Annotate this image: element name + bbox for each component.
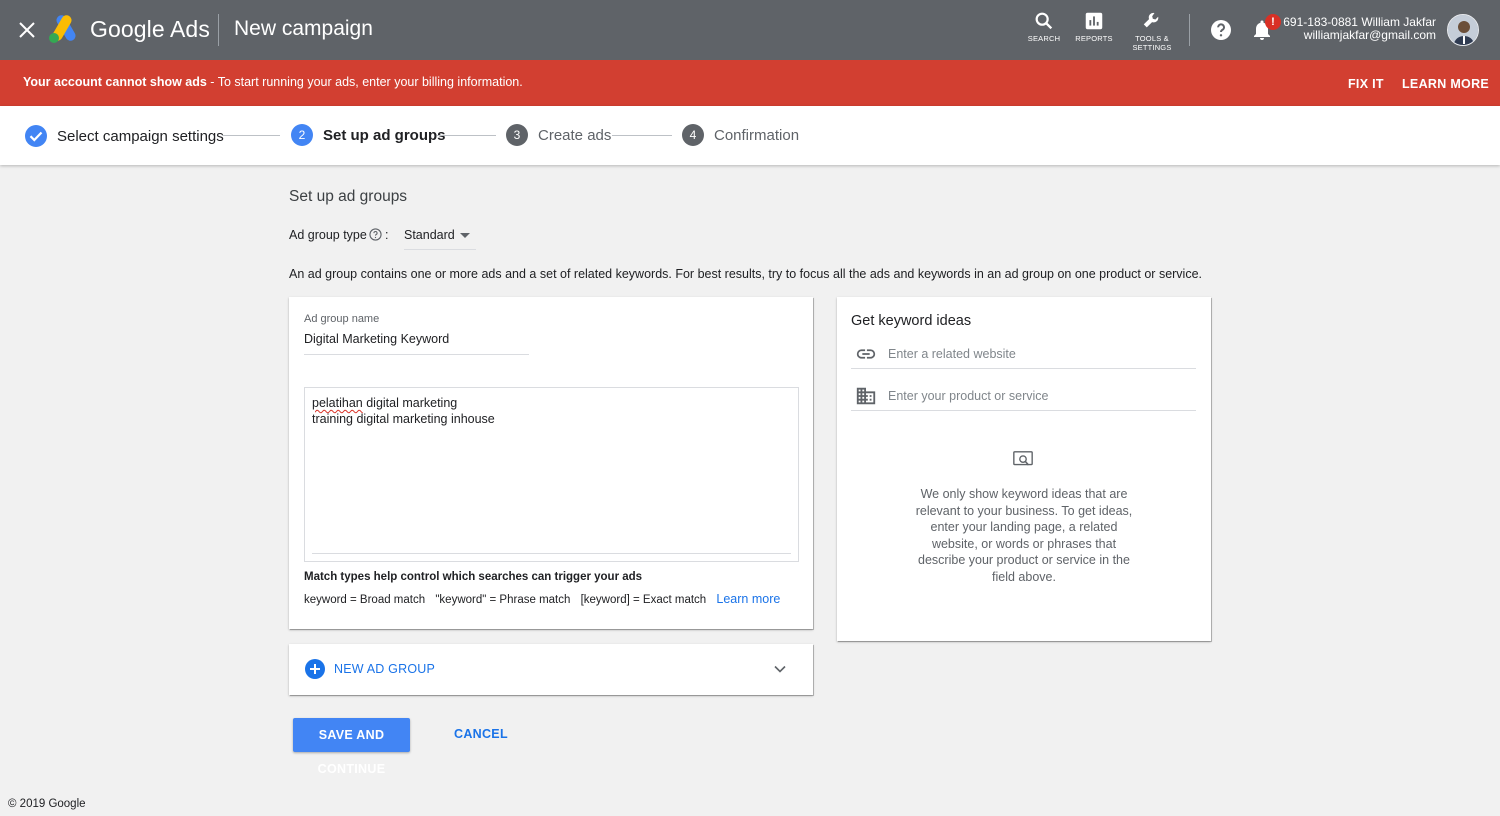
step-confirmation[interactable]: 4 Confirmation xyxy=(682,124,799,146)
help-circle-icon[interactable] xyxy=(369,228,382,241)
tools-label-line2: SETTINGS xyxy=(1132,43,1172,52)
step-create-ads[interactable]: 3 Create ads xyxy=(506,124,611,146)
related-website-field[interactable]: Enter a related website xyxy=(851,339,1196,369)
notification-badge: ! xyxy=(1265,14,1281,30)
textarea-underline xyxy=(312,553,791,554)
search-button-label: SEARCH xyxy=(1027,34,1061,43)
search-icon xyxy=(1035,12,1053,30)
keyword-ideas-empty-text: We only show keyword ideas that are rele… xyxy=(915,487,1133,584)
match-types-title: Match types help control which searches … xyxy=(304,571,643,583)
google-ads-logo-icon xyxy=(49,15,76,43)
keyword-line-1: pelatihan digital marketing xyxy=(312,396,791,412)
match-types-row: keyword = Broad match "keyword" = Phrase… xyxy=(304,592,787,606)
misspelled-word: pelatihan xyxy=(312,396,363,410)
tools-settings-button[interactable]: TOOLS & SETTINGS xyxy=(1130,10,1174,52)
match-types-learn-more-link[interactable]: Learn more xyxy=(716,592,780,606)
alert-message: Your account cannot show ads - To start … xyxy=(23,75,523,89)
search-button[interactable]: SEARCH xyxy=(1027,10,1061,43)
help-icon[interactable] xyxy=(1209,18,1233,42)
account-info[interactable]: 691-183-0881 William Jakfar williamjakfa… xyxy=(1283,16,1436,42)
related-website-placeholder: Enter a related website xyxy=(888,347,1016,361)
dropdown-arrow-icon xyxy=(460,233,470,238)
keyword-line-2: training digital marketing inhouse xyxy=(312,411,495,426)
fix-it-button[interactable]: FIX IT xyxy=(1348,77,1384,91)
save-and-continue-button[interactable]: SAVE AND CONTINUE xyxy=(293,718,410,776)
step-connector xyxy=(437,135,496,136)
step-number: 4 xyxy=(682,124,704,146)
link-icon xyxy=(856,349,876,359)
header-divider xyxy=(218,14,219,46)
ad-group-type-colon: : xyxy=(385,228,389,242)
close-icon[interactable] xyxy=(17,20,37,40)
keyword-rest: digital marketing xyxy=(362,396,458,410)
step-select-campaign-settings[interactable]: Select campaign settings xyxy=(24,124,224,148)
keywords-textarea[interactable]: pelatihan digital marketing training dig… xyxy=(304,387,799,562)
step-number: 2 xyxy=(291,124,313,146)
keyword-ideas-card: Get keyword ideas Enter a related websit… xyxy=(837,297,1211,641)
learn-more-button[interactable]: LEARN MORE xyxy=(1402,77,1489,91)
reports-button[interactable]: REPORTS xyxy=(1075,10,1113,43)
avatar-image xyxy=(1448,15,1478,45)
step-label: Select campaign settings xyxy=(57,127,224,145)
step-connector xyxy=(612,135,672,136)
ad-group-card: Ad group name Digital Marketing Keyword … xyxy=(289,297,813,629)
alert-detail-text: - To start running your ads, enter your … xyxy=(206,75,523,89)
page-title: New campaign xyxy=(234,17,373,40)
reports-button-label: REPORTS xyxy=(1075,34,1113,43)
ad-group-type-value: Standard xyxy=(404,228,455,242)
ad-group-name-label: Ad group name xyxy=(304,313,380,325)
product-service-field[interactable]: Enter your product or service xyxy=(851,381,1196,411)
campaign-stepper: Select campaign settings 2 Set up ad gro… xyxy=(0,106,1500,165)
top-app-bar: Google Ads New campaign SEARCH REPORTS T… xyxy=(0,0,1500,60)
chevron-down-icon[interactable] xyxy=(773,662,787,676)
account-email: williamjakfar@gmail.com xyxy=(1303,28,1436,42)
avatar[interactable] xyxy=(1447,14,1479,46)
step-number: 3 xyxy=(506,124,528,146)
ad-group-name-input[interactable]: Digital Marketing Keyword xyxy=(304,332,529,355)
step-set-up-ad-groups[interactable]: 2 Set up ad groups xyxy=(291,124,446,146)
add-circle-icon xyxy=(305,659,325,679)
step-connector xyxy=(222,135,280,136)
billing-alert-banner: Your account cannot show ads - To start … xyxy=(0,60,1500,106)
step-label: Set up ad groups xyxy=(323,126,446,144)
business-icon xyxy=(856,387,876,405)
search-screen-icon xyxy=(1013,451,1033,466)
alert-bold-text: Your account cannot show ads xyxy=(23,75,207,89)
product-service-placeholder: Enter your product or service xyxy=(888,389,1049,403)
new-ad-group-label: NEW AD GROUP xyxy=(334,662,436,676)
brand-name: Google Ads xyxy=(90,16,210,42)
tools-label-line1: TOOLS & xyxy=(1135,34,1169,43)
new-ad-group-card[interactable]: NEW AD GROUP xyxy=(289,644,813,695)
step-label: Confirmation xyxy=(714,126,800,144)
ad-group-description: An ad group contains one or more ads and… xyxy=(289,267,1203,281)
exact-match-text: [keyword] = Exact match xyxy=(580,594,707,606)
keyword-ideas-title: Get keyword ideas xyxy=(851,313,972,329)
toolbar-divider xyxy=(1189,14,1190,46)
step-label: Create ads xyxy=(538,126,612,144)
footer-copyright: © 2019 Google xyxy=(8,798,86,810)
cancel-button[interactable]: CANCEL xyxy=(454,727,508,741)
reports-icon xyxy=(1085,12,1103,30)
section-title: Set up ad groups xyxy=(289,188,408,205)
wrench-icon xyxy=(1143,12,1159,28)
ad-group-type-label: Ad group type xyxy=(289,228,367,242)
phrase-match-text: "keyword" = Phrase match xyxy=(435,594,571,606)
broad-match-text: keyword = Broad match xyxy=(304,594,426,606)
check-circle-icon xyxy=(25,125,47,147)
